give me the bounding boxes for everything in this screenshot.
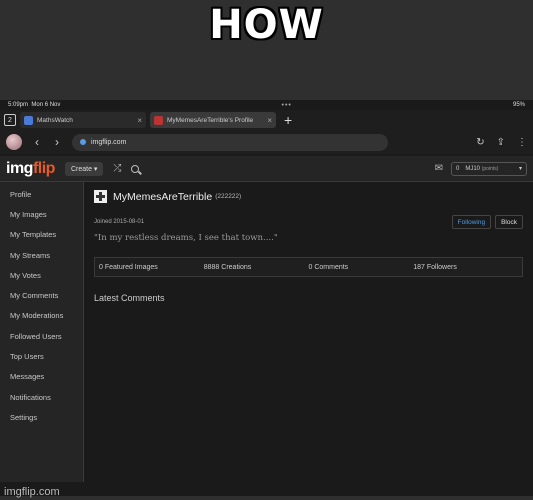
profile-content: MyMemesAreTerrible (222222) Joined 2015-… <box>84 182 533 482</box>
tab-bar: 2 MathsWatch × MyMemesAreTerrible's Prof… <box>0 110 533 130</box>
sidebar-item-notifications[interactable]: Notifications <box>0 387 83 407</box>
notification-count: 0 <box>456 165 460 172</box>
meme-caption: HOW <box>209 2 324 48</box>
block-button[interactable]: Block <box>495 215 523 229</box>
shuffle-icon[interactable]: ⤮ <box>113 163 121 174</box>
imgflip-logo[interactable]: imgflip <box>6 160 55 178</box>
share-icon[interactable]: ⇪ <box>497 137 505 148</box>
tab-count-button[interactable]: 2 <box>4 114 16 126</box>
imgflip-favicon-icon <box>154 115 163 125</box>
tab-mathswatch[interactable]: MathsWatch × <box>20 112 146 128</box>
following-button[interactable]: Following <box>451 215 492 229</box>
profile-quote: "In my restless dreams, I see that town.… <box>94 233 278 243</box>
chevron-down-icon: ▾ <box>518 166 522 172</box>
imgflip-watermark: imgflip.com <box>4 486 60 498</box>
profile-badge-icon <box>94 190 107 203</box>
search-icon[interactable] <box>131 164 140 173</box>
status-bar: 5:09pm Mon 6 Nov ••• 95% <box>0 100 533 110</box>
site-icon <box>80 139 86 145</box>
create-button[interactable]: Create ▾ <box>64 161 104 176</box>
back-button[interactable]: ‹ <box>32 135 42 149</box>
profile-points: (222222) <box>215 193 242 200</box>
sidebar-item-my-templates[interactable]: My Templates <box>0 225 83 245</box>
sidebar-item-my-images[interactable]: My Images <box>0 204 83 224</box>
mathswatch-favicon-icon <box>24 115 33 125</box>
new-tab-button[interactable]: + <box>284 112 292 128</box>
tab-profile[interactable]: MyMemesAreTerrible's Profile × <box>150 112 276 128</box>
joined-date: Joined 2015-08-01 <box>94 219 145 225</box>
sidebar-item-my-moderations[interactable]: My Moderations <box>0 306 83 326</box>
multitask-dots[interactable]: ••• <box>282 102 292 109</box>
sidebar-item-followed-users[interactable]: Followed Users <box>0 326 83 346</box>
battery-indicator: 95% <box>512 102 525 108</box>
forward-button[interactable]: › <box>52 135 62 149</box>
sidebar-item-settings[interactable]: Settings <box>0 407 83 427</box>
tablet-screenshot: 5:09pm Mon 6 Nov ••• 95% 2 MathsWatch × … <box>0 100 533 496</box>
sidebar-item-messages[interactable]: Messages <box>0 367 83 387</box>
user-menu[interactable]: 0 MJ10 (points) ▾ <box>451 161 527 176</box>
address-bar-row: ‹ › imgflip.com ↻ ⇪ ⋮ <box>0 130 533 154</box>
close-icon[interactable]: × <box>267 116 272 125</box>
profile-stats: 0 Featured Images 8888 Creations 0 Comme… <box>94 257 523 277</box>
latest-comments-heading: Latest Comments <box>94 293 165 303</box>
sidebar-item-top-users[interactable]: Top Users <box>0 346 83 366</box>
mail-icon[interactable]: ✉ <box>435 163 443 174</box>
stat-creations[interactable]: 8888 Creations <box>204 264 309 271</box>
profile-username: MyMemesAreTerrible <box>113 190 213 203</box>
stat-comments[interactable]: 0 Comments <box>309 264 414 271</box>
sidebar-item-my-votes[interactable]: My Votes <box>0 265 83 285</box>
stat-featured-images[interactable]: 0 Featured Images <box>99 264 204 271</box>
url-field[interactable]: imgflip.com <box>72 133 388 151</box>
sidebar-item-my-comments[interactable]: My Comments <box>0 285 83 305</box>
sidebar-item-profile[interactable]: Profile <box>0 184 83 204</box>
sidebar: Profile My Images My Templates My Stream… <box>0 182 84 482</box>
status-time: 5:09pm Mon 6 Nov <box>8 102 61 108</box>
site-header: imgflip Create ▾ ⤮ ✉ 0 MJ10 (points) ▾ <box>0 156 533 182</box>
menu-icon[interactable]: ⋮ <box>517 137 527 148</box>
stat-followers[interactable]: 187 Followers <box>413 264 518 271</box>
close-icon[interactable]: × <box>137 116 142 125</box>
avatar[interactable] <box>6 134 22 150</box>
username: MJ10 <box>465 165 481 172</box>
sidebar-item-my-streams[interactable]: My Streams <box>0 245 83 265</box>
reload-icon[interactable]: ↻ <box>476 137 484 148</box>
